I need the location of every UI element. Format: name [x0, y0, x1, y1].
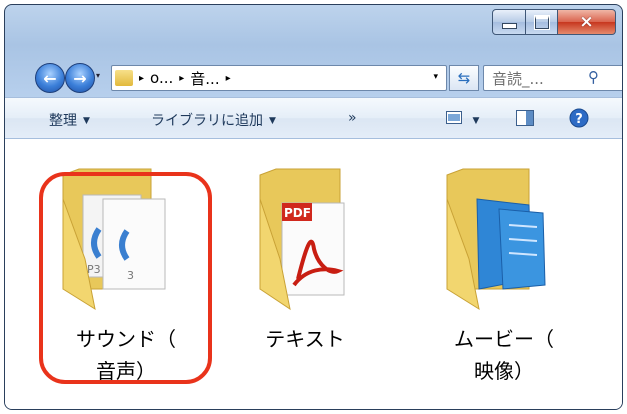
- add-to-library-button[interactable]: ライブラリに追加 ▼: [151, 110, 276, 130]
- forward-button[interactable]: →: [65, 63, 95, 93]
- title-bar[interactable]: ×: [5, 5, 622, 57]
- refresh-icon: ⇆: [457, 69, 471, 87]
- add-to-library-label: ライブラリに追加: [151, 113, 263, 129]
- folder-label-line: テキスト: [265, 327, 345, 351]
- recent-pages-button[interactable]: ▾: [96, 71, 100, 80]
- folder-label: テキスト: [220, 323, 390, 355]
- svg-text:?: ?: [575, 112, 583, 127]
- minimize-icon: [501, 23, 517, 29]
- close-button[interactable]: ×: [558, 9, 616, 35]
- search-icon[interactable]: ⚲: [588, 68, 599, 86]
- caption-buttons: ×: [492, 9, 616, 35]
- breadcrumb-item[interactable]: o...: [150, 69, 173, 87]
- chevron-down-icon: ▼: [472, 116, 480, 126]
- address-bar[interactable]: ▸ o... ▸ 音... ▸ ▾: [111, 65, 447, 91]
- help-icon: ?: [569, 108, 589, 128]
- address-dropdown-icon[interactable]: ▾: [433, 72, 438, 82]
- file-list: P3 3 サウンド（ 音声） PDF テキスト ムービー（ 映像）: [5, 139, 622, 409]
- more-commands-button[interactable]: »: [348, 110, 357, 126]
- video-folder-icon: [446, 168, 546, 311]
- folder-item-text[interactable]: PDF テキスト: [220, 139, 390, 351]
- folder-item-movie[interactable]: ムービー（ 映像）: [419, 139, 589, 383]
- forward-arrow-icon: →: [73, 68, 87, 88]
- back-arrow-icon: ←: [43, 68, 57, 88]
- back-button[interactable]: ←: [35, 63, 65, 93]
- folder-label-line: ムービー（: [454, 327, 554, 351]
- breadcrumb-separator[interactable]: ▸: [226, 73, 231, 84]
- minimize-button[interactable]: [492, 9, 526, 35]
- more-icon: »: [348, 110, 357, 126]
- organize-label: 整理: [49, 113, 77, 129]
- change-view-button[interactable]: ▼: [446, 111, 479, 129]
- breadcrumb-item[interactable]: 音...: [190, 68, 219, 89]
- folder-label-line: 映像）: [474, 359, 534, 383]
- svg-text:PDF: PDF: [284, 206, 311, 220]
- maximize-button[interactable]: [526, 9, 558, 35]
- highlight-outline: [39, 172, 212, 384]
- pdf-folder-icon: PDF: [259, 168, 345, 311]
- maximize-icon: [533, 14, 550, 30]
- breadcrumb-separator[interactable]: ▸: [179, 73, 184, 84]
- preview-pane-icon: [516, 110, 534, 126]
- folder-label: ムービー（ 映像）: [419, 323, 589, 387]
- refresh-button[interactable]: ⇆: [449, 65, 479, 91]
- command-bar: 整理 ▼ ライブラリに追加 ▼ » ▼ ?: [5, 97, 622, 139]
- chevron-down-icon: ▼: [83, 116, 90, 126]
- organize-button[interactable]: 整理 ▼: [49, 110, 90, 130]
- breadcrumb-separator[interactable]: ▸: [139, 73, 144, 84]
- help-button[interactable]: ?: [569, 108, 589, 132]
- close-icon: ×: [579, 12, 594, 32]
- view-icon: [446, 111, 462, 124]
- preview-pane-button[interactable]: [516, 110, 534, 130]
- folder-icon: [115, 70, 133, 86]
- chevron-down-icon: ▼: [269, 116, 276, 126]
- navigation-row: ← → ▾ ▸ o... ▸ 音... ▸ ▾ ⇆ 音読_... ⚲: [5, 59, 622, 95]
- search-placeholder: 音読_...: [492, 69, 544, 88]
- explorer-window: × ← → ▾ ▸ o... ▸ 音... ▸ ▾ ⇆ 音読_... ⚲ 整理 ▼…: [4, 4, 623, 410]
- search-input[interactable]: 音読_... ⚲: [483, 65, 622, 91]
